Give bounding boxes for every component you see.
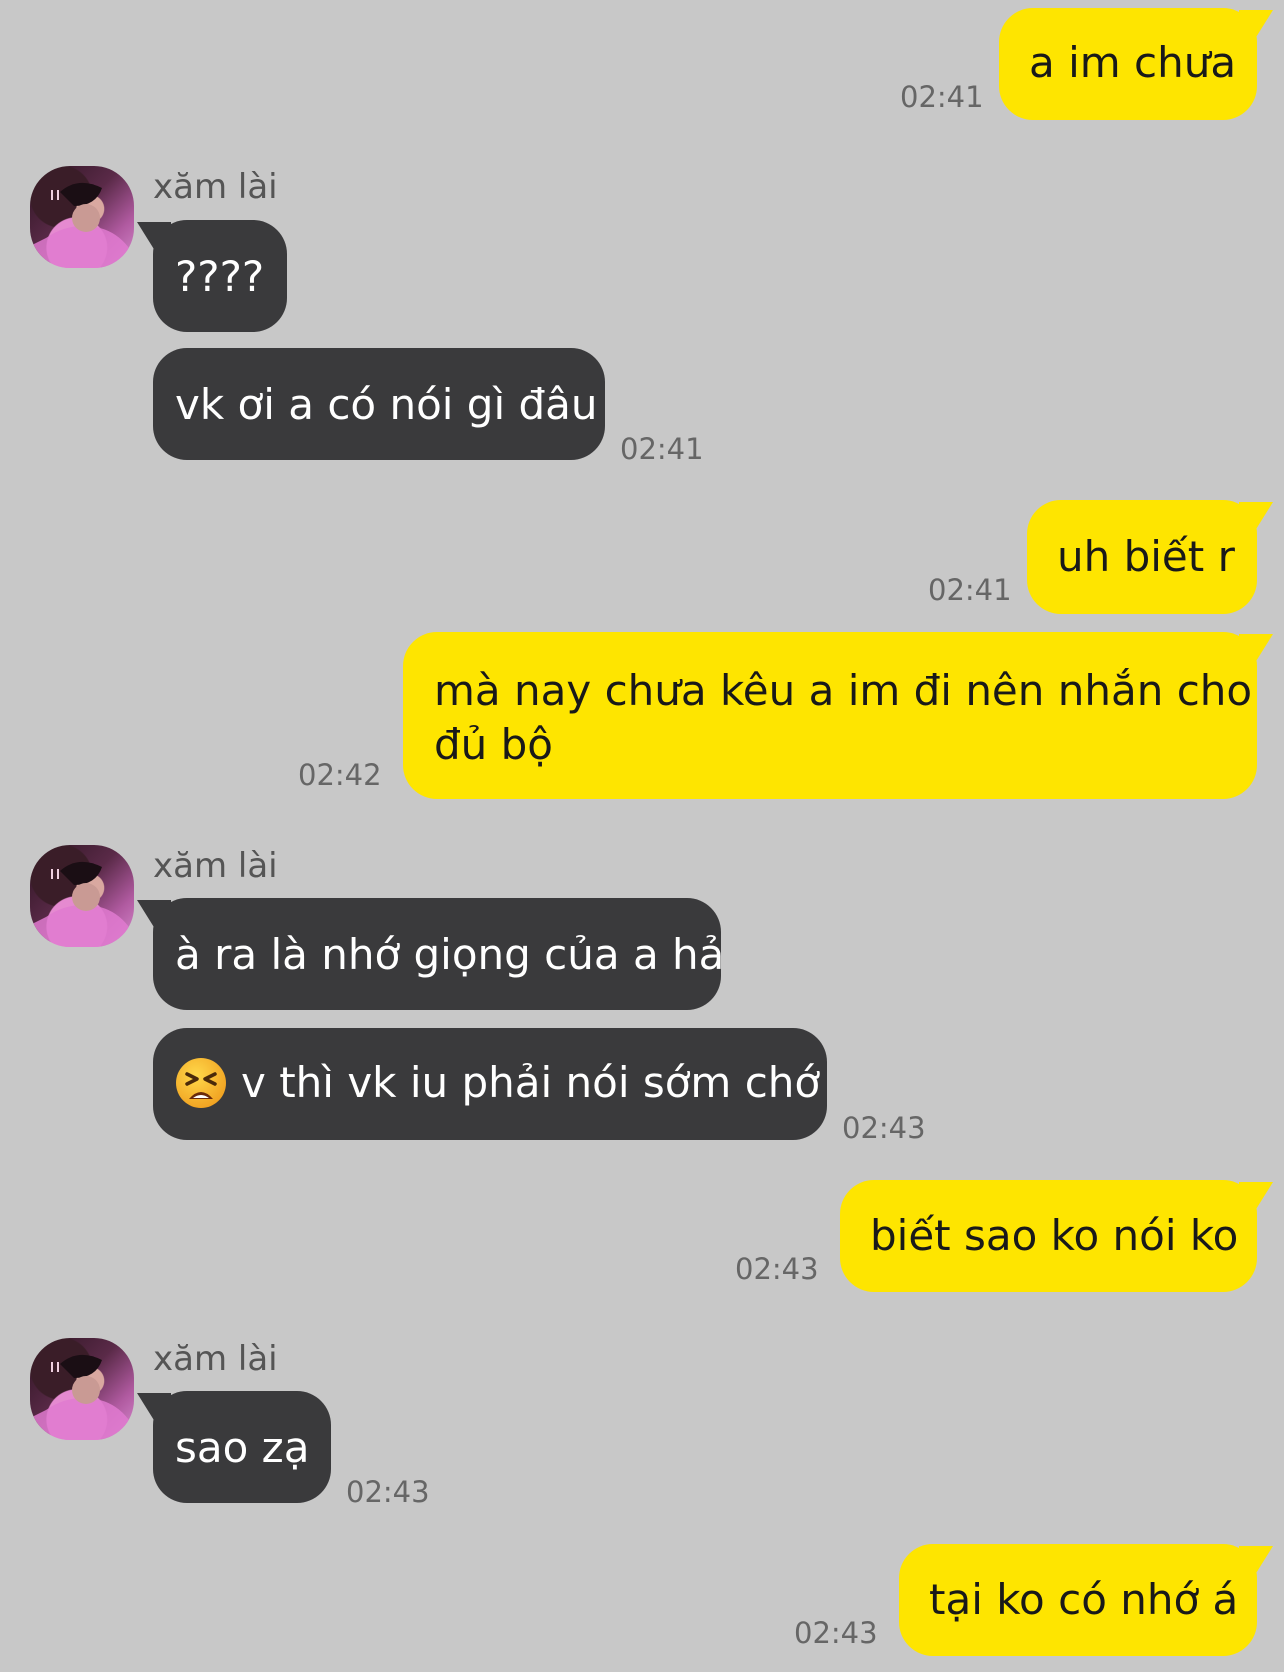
message-text: uh biết r — [1057, 532, 1235, 581]
avatar-photo-icon — [30, 182, 134, 268]
message-text: biết sao ko nói ko — [870, 1211, 1239, 1260]
sender-name: xăm lài — [153, 167, 278, 207]
message-time: 02:43 — [346, 1475, 430, 1509]
contact-avatar[interactable] — [30, 166, 134, 268]
message-time: 02:43 — [735, 1252, 819, 1286]
bubble-tail — [1239, 1182, 1273, 1212]
outgoing-message-bubble[interactable]: biết sao ko nói ko — [840, 1180, 1273, 1292]
bubble-tail — [1239, 634, 1273, 664]
outgoing-message-bubble[interactable]: uh biết r — [1027, 500, 1273, 614]
contact-avatar[interactable] — [30, 845, 134, 947]
tired-face-emoji-icon — [176, 1057, 226, 1108]
bubble-tail — [1239, 10, 1273, 40]
bubble-tail — [1239, 1546, 1273, 1576]
incoming-message-bubble[interactable]: à ra là nhớ giọng của a hả — [137, 898, 725, 1010]
contact-avatar[interactable] — [30, 1338, 134, 1440]
message-text: tại ko có nhớ á — [929, 1575, 1239, 1624]
message-text: à ra là nhớ giọng của a hả — [175, 930, 725, 979]
sender-name: xăm lài — [153, 1339, 278, 1379]
message-text-line: mà nay chưa kêu a im đi nên nhắn cho — [434, 666, 1253, 715]
message-time: 02:43 — [842, 1111, 926, 1145]
avatar-photo-icon — [30, 861, 134, 947]
message-text: vk ơi a có nói gì đâu — [175, 380, 598, 429]
sender-name: xăm lài — [153, 846, 278, 886]
bubble-tail — [137, 900, 171, 930]
message-time: 02:41 — [928, 573, 1012, 607]
incoming-message-bubble[interactable]: ???? — [137, 220, 287, 332]
message-time: 02:43 — [794, 1616, 878, 1650]
message-time: 02:41 — [620, 432, 704, 466]
incoming-message-bubble[interactable]: sao zạ — [137, 1391, 331, 1503]
avatar-photo-icon — [30, 1354, 134, 1440]
outgoing-message-bubble[interactable]: mà nay chưa kêu a im đi nên nhắn cho đủ … — [403, 632, 1273, 799]
message-text: a im chưa — [1029, 38, 1237, 87]
incoming-message-bubble[interactable]: v thì vk iu phải nói sớm chớ — [153, 1028, 827, 1140]
bubble-tail — [137, 1393, 171, 1423]
bubble-tail — [1239, 502, 1273, 532]
outgoing-message-bubble[interactable]: a im chưa — [999, 8, 1273, 120]
message-time: 02:41 — [900, 80, 984, 114]
message-text: v thì vk iu phải nói sớm chớ — [241, 1058, 821, 1107]
message-text-line: đủ bộ — [434, 720, 553, 769]
incoming-message-bubble[interactable]: vk ơi a có nói gì đâu — [153, 348, 605, 460]
bubble-tail — [137, 222, 171, 252]
message-time: 02:42 — [298, 758, 382, 792]
message-text: sao zạ — [175, 1423, 310, 1472]
outgoing-message-bubble[interactable]: tại ko có nhớ á — [899, 1544, 1273, 1656]
message-text: ???? — [175, 252, 265, 301]
